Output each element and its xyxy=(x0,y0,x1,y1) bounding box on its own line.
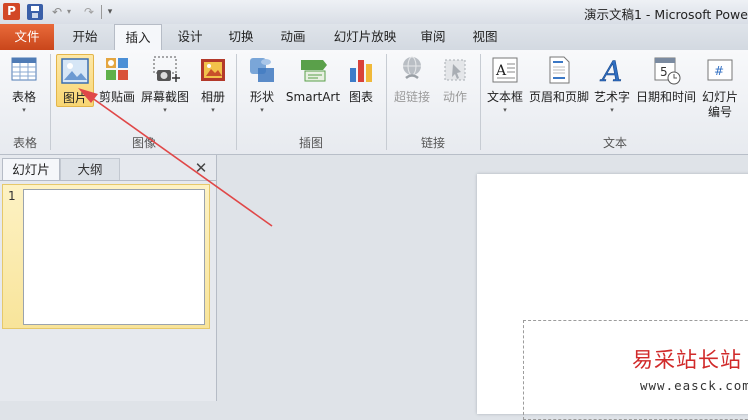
hyperlink-label: 超链接 xyxy=(393,90,430,104)
wordart-button[interactable]: A 艺术字 ▾ xyxy=(592,54,632,115)
customize-qat-icon[interactable]: ▾ xyxy=(105,4,115,20)
svg-text:#: # xyxy=(714,64,724,78)
screenshot-icon xyxy=(149,54,181,86)
chevron-down-icon: ▾ xyxy=(610,106,614,114)
undo-dropdown-icon[interactable]: ▾ xyxy=(65,4,73,20)
textbox-label: 文本框 xyxy=(486,90,523,104)
ribbon-tab-bar: 文件 开始 插入 设计 切换 动画 幻灯片放映 审阅 视图 xyxy=(0,24,748,51)
slide-thumbnail-selected[interactable]: 1 xyxy=(2,184,210,329)
group-separator xyxy=(386,54,387,150)
wordart-label: 艺术字 xyxy=(593,90,630,104)
datetime-button[interactable]: 5 日期和时间 xyxy=(634,54,698,105)
chevron-down-icon: ▾ xyxy=(22,106,26,114)
action-icon xyxy=(439,54,471,86)
picture-icon xyxy=(59,55,91,87)
group-separator xyxy=(50,54,51,150)
undo-icon[interactable]: ↶ xyxy=(50,4,64,20)
title-bar: P ↶ ▾ ↷ ▾ 演示文稿1 - Microsoft Powe xyxy=(0,0,748,24)
group-label-illustrations: 插图 xyxy=(298,136,323,150)
tab-slides[interactable]: 幻灯片 xyxy=(2,158,60,180)
picture-label: 图片 xyxy=(62,91,87,105)
slide-number-label-2: 编号 xyxy=(707,105,732,119)
pane-divider xyxy=(0,180,216,181)
group-label-tables: 表格 xyxy=(12,136,37,150)
save-icon[interactable] xyxy=(27,4,43,20)
tab-outline[interactable]: 大纲 xyxy=(60,158,120,180)
group-separator xyxy=(236,54,237,150)
shapes-label: 形状 xyxy=(249,90,274,104)
photo-album-icon xyxy=(197,54,229,86)
chevron-down-icon: ▾ xyxy=(211,106,215,114)
tab-insert[interactable]: 插入 xyxy=(114,24,162,51)
header-footer-label: 页眉和页脚 xyxy=(528,90,589,104)
redo-icon[interactable]: ↷ xyxy=(82,4,96,20)
tab-transitions[interactable]: 切换 xyxy=(218,24,264,50)
photo-album-label: 相册 xyxy=(200,90,225,104)
action-label: 动作 xyxy=(442,90,467,104)
clipart-button[interactable]: 剪贴画 xyxy=(96,54,138,105)
smartart-button[interactable]: SmartArt xyxy=(284,54,342,105)
chart-label: 图表 xyxy=(348,90,373,104)
hyperlink-icon xyxy=(396,54,428,86)
group-label-images: 图像 xyxy=(131,136,156,150)
table-label: 表格 xyxy=(11,90,36,104)
qat-separator xyxy=(101,5,102,19)
powerpoint-app-icon[interactable]: P xyxy=(3,3,20,20)
slide-thumbnail[interactable] xyxy=(23,189,205,325)
table-icon xyxy=(8,54,40,86)
wordart-icon: A xyxy=(596,54,628,89)
tab-home[interactable]: 开始 xyxy=(62,24,108,50)
screenshot-button[interactable]: 屏幕截图 ▾ xyxy=(138,54,192,115)
header-footer-icon xyxy=(543,54,575,86)
textbox-icon: A xyxy=(489,54,521,86)
clipart-icon xyxy=(101,54,133,86)
group-label-links: 链接 xyxy=(420,136,445,150)
photo-album-button[interactable]: 相册 ▾ xyxy=(196,54,230,115)
shapes-button[interactable]: 形状 ▾ xyxy=(244,54,280,115)
tab-slideshow[interactable]: 幻灯片放映 xyxy=(322,24,408,50)
group-separator xyxy=(480,54,481,150)
tab-file[interactable]: 文件 xyxy=(0,24,54,50)
slide-number-label-1: 幻灯片 xyxy=(701,90,738,104)
tab-design[interactable]: 设计 xyxy=(168,24,212,50)
chart-button[interactable]: 图表 xyxy=(344,54,378,105)
tab-view[interactable]: 视图 xyxy=(466,24,504,50)
clipart-label: 剪贴画 xyxy=(98,90,135,104)
chevron-down-icon: ▾ xyxy=(260,106,264,114)
header-footer-button[interactable]: 页眉和页脚 xyxy=(528,54,590,105)
shapes-icon xyxy=(246,54,278,86)
chevron-down-icon: ▾ xyxy=(503,106,507,114)
slides-pane: 幻灯片 大纲 ✕ 1 xyxy=(0,155,217,401)
tab-animations[interactable]: 动画 xyxy=(270,24,316,50)
svg-text:5: 5 xyxy=(660,65,668,79)
action-button[interactable]: 动作 xyxy=(438,54,472,105)
hyperlink-button[interactable]: 超链接 xyxy=(392,54,432,105)
window-title: 演示文稿1 - Microsoft Powe xyxy=(584,7,748,22)
close-icon[interactable]: ✕ xyxy=(193,159,209,177)
datetime-label: 日期和时间 xyxy=(635,90,696,104)
chevron-down-icon: ▾ xyxy=(163,106,167,114)
watermark-url: www.easck.com xyxy=(640,378,748,393)
tab-review[interactable]: 审阅 xyxy=(414,24,452,50)
smartart-label: SmartArt xyxy=(285,90,341,104)
ribbon-insert: 表格 ▾ 表格 图片 剪贴画 屏幕截图 ▾ 相册 ▾ 图像 形状 ▾ Smart… xyxy=(0,50,748,155)
table-button[interactable]: 表格 ▾ xyxy=(4,54,44,115)
svg-text:A: A xyxy=(599,55,622,86)
slide-number: 1 xyxy=(8,189,16,203)
chart-icon xyxy=(345,54,377,86)
textbox-button[interactable]: A 文本框 ▾ xyxy=(484,54,526,115)
calendar-icon: 5 xyxy=(650,54,682,86)
group-label-text: 文本 xyxy=(602,136,627,150)
screenshot-label: 屏幕截图 xyxy=(140,90,189,104)
watermark-text: 易采站长站 xyxy=(632,348,742,372)
smartart-icon xyxy=(297,54,329,86)
slide-number-icon: # xyxy=(704,54,736,86)
slide-number-button[interactable]: # 幻灯片 编号 xyxy=(700,54,740,120)
picture-button[interactable]: 图片 xyxy=(56,54,94,107)
svg-text:A: A xyxy=(495,63,507,79)
